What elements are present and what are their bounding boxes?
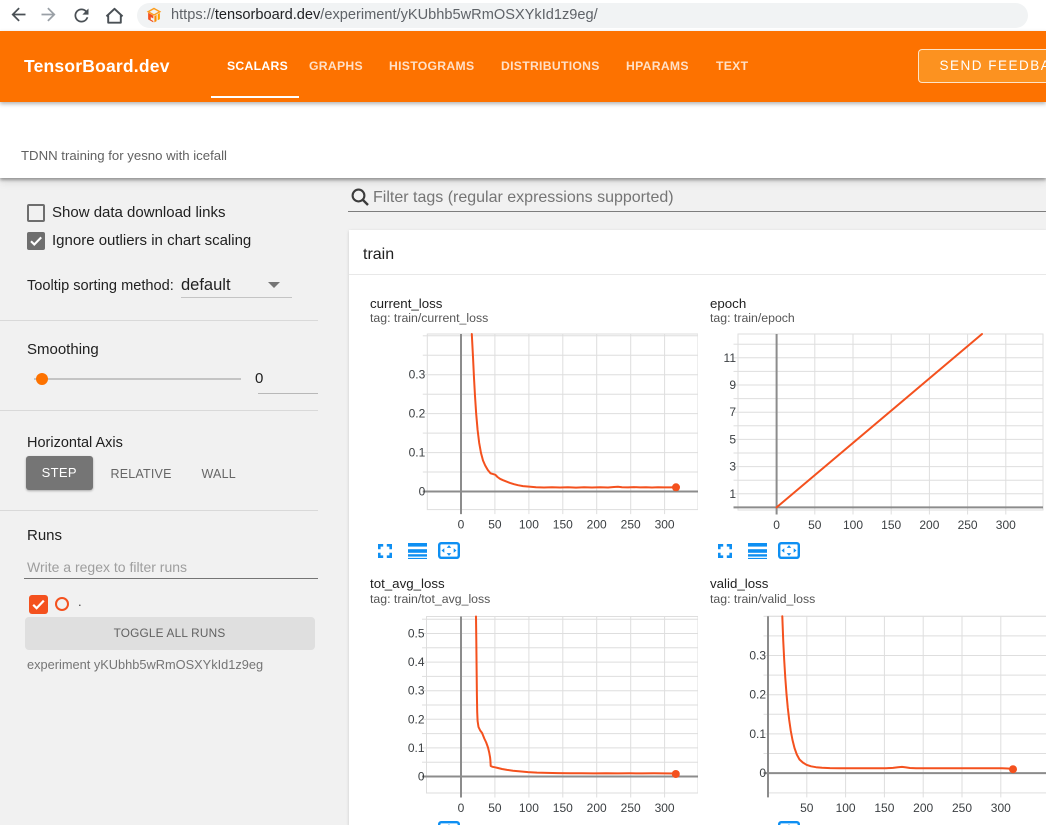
svg-text:100: 100 [519,518,539,532]
svg-text:11: 11 [724,351,737,365]
svg-text:0.4: 0.4 [408,655,425,669]
svg-text:50: 50 [488,518,502,532]
svg-text:150: 150 [874,801,894,815]
svg-text:0.2: 0.2 [409,407,426,421]
svg-text:150: 150 [881,518,901,532]
svg-text:300: 300 [655,801,675,815]
svg-text:7: 7 [729,405,736,419]
svg-text:50: 50 [488,801,502,815]
svg-text:0.1: 0.1 [408,741,425,755]
svg-text:100: 100 [519,801,539,815]
svg-text:0.1: 0.1 [409,446,426,460]
svg-text:0: 0 [458,801,465,815]
svg-text:150: 150 [553,801,573,815]
svg-text:250: 250 [958,518,978,532]
svg-text:50: 50 [800,801,814,815]
svg-text:0.2: 0.2 [408,712,425,726]
svg-text:150: 150 [553,518,573,532]
svg-text:0.5: 0.5 [408,627,425,641]
svg-text:0: 0 [418,770,425,784]
svg-text:300: 300 [991,801,1011,815]
svg-text:250: 250 [621,801,641,815]
svg-text:9: 9 [729,378,736,392]
svg-text:200: 200 [587,518,607,532]
svg-text:250: 250 [952,801,972,815]
svg-text:100: 100 [843,518,863,532]
svg-text:100: 100 [836,801,856,815]
svg-text:0: 0 [759,766,766,780]
svg-text:300: 300 [655,518,675,532]
svg-text:200: 200 [587,801,607,815]
svg-text:200: 200 [913,801,933,815]
svg-text:1: 1 [729,487,736,501]
svg-text:250: 250 [621,518,641,532]
svg-text:0: 0 [419,485,426,499]
svg-text:0: 0 [458,518,465,532]
svg-text:5: 5 [729,432,736,446]
svg-text:0.3: 0.3 [408,684,425,698]
svg-text:300: 300 [996,518,1016,532]
svg-text:3: 3 [729,460,736,474]
svg-text:0.1: 0.1 [749,727,766,741]
svg-text:0: 0 [773,518,780,532]
svg-text:0.3: 0.3 [749,649,766,663]
svg-text:200: 200 [919,518,939,532]
svg-text:0.3: 0.3 [409,368,426,382]
svg-text:0.2: 0.2 [749,688,766,702]
svg-text:50: 50 [808,518,822,532]
